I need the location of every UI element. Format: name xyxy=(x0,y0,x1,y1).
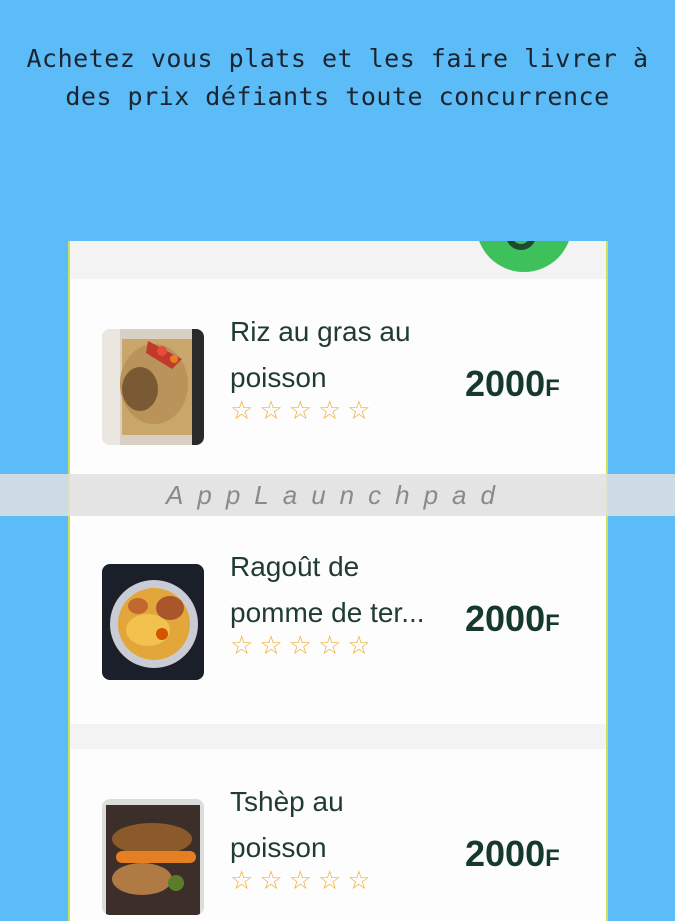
star-outline-icon[interactable]: ☆ xyxy=(289,867,312,895)
cart-icon xyxy=(506,241,536,250)
watermark-banner: AppLaunchpad xyxy=(0,474,675,516)
dish-photo xyxy=(102,799,204,915)
headline-line-1: Achetez vous plats et les faire livrer à xyxy=(26,44,649,73)
star-outline-icon[interactable]: ☆ xyxy=(347,632,370,660)
star-outline-icon[interactable]: ☆ xyxy=(230,397,253,425)
star-outline-icon[interactable]: ☆ xyxy=(259,867,282,895)
star-outline-icon[interactable]: ☆ xyxy=(259,397,282,425)
promo-headline: Achetez vous plats et les faire livrer à… xyxy=(0,40,675,116)
dish-title: Tshèp au poisson xyxy=(230,786,344,863)
star-outline-icon[interactable]: ☆ xyxy=(318,867,341,895)
dish-photo xyxy=(102,564,204,680)
dish-price: 2000F xyxy=(465,363,560,404)
rating-stars[interactable]: ☆ ☆ ☆ ☆ ☆ xyxy=(230,397,371,425)
dish-price: 2000F xyxy=(465,598,560,639)
star-outline-icon[interactable]: ☆ xyxy=(347,867,370,895)
dish-title: Ragoût de pomme de ter... xyxy=(230,551,425,628)
dish-photo xyxy=(102,329,204,445)
star-outline-icon[interactable]: ☆ xyxy=(230,632,253,660)
star-outline-icon[interactable]: ☆ xyxy=(289,397,312,425)
star-outline-icon[interactable]: ☆ xyxy=(347,397,370,425)
star-outline-icon[interactable]: ☆ xyxy=(318,397,341,425)
rating-stars[interactable]: ☆ ☆ ☆ ☆ ☆ xyxy=(230,867,371,895)
star-outline-icon[interactable]: ☆ xyxy=(259,632,282,660)
dish-card[interactable]: Riz au gras au poisson ☆ ☆ ☆ ☆ ☆ 2000F xyxy=(70,279,606,489)
star-outline-icon[interactable]: ☆ xyxy=(289,632,312,660)
dish-price: 2000F xyxy=(465,833,560,874)
headline-line-2: des prix défiants toute concurrence xyxy=(65,82,610,111)
dish-card[interactable]: Tshèp au poisson ☆ ☆ ☆ ☆ ☆ 2000F xyxy=(70,749,606,921)
star-outline-icon[interactable]: ☆ xyxy=(230,867,253,895)
rating-stars[interactable]: ☆ ☆ ☆ ☆ ☆ xyxy=(230,632,371,660)
cart-button[interactable] xyxy=(476,241,572,272)
watermark-text: AppLaunchpad xyxy=(166,480,509,510)
app-screen: Riz au gras au poisson ☆ ☆ ☆ ☆ ☆ 2000F R… xyxy=(68,241,608,921)
dish-card[interactable]: Ragoût de pomme de ter... ☆ ☆ ☆ ☆ ☆ 2000… xyxy=(70,514,606,724)
dish-title: Riz au gras au poisson xyxy=(230,316,411,393)
star-outline-icon[interactable]: ☆ xyxy=(318,632,341,660)
